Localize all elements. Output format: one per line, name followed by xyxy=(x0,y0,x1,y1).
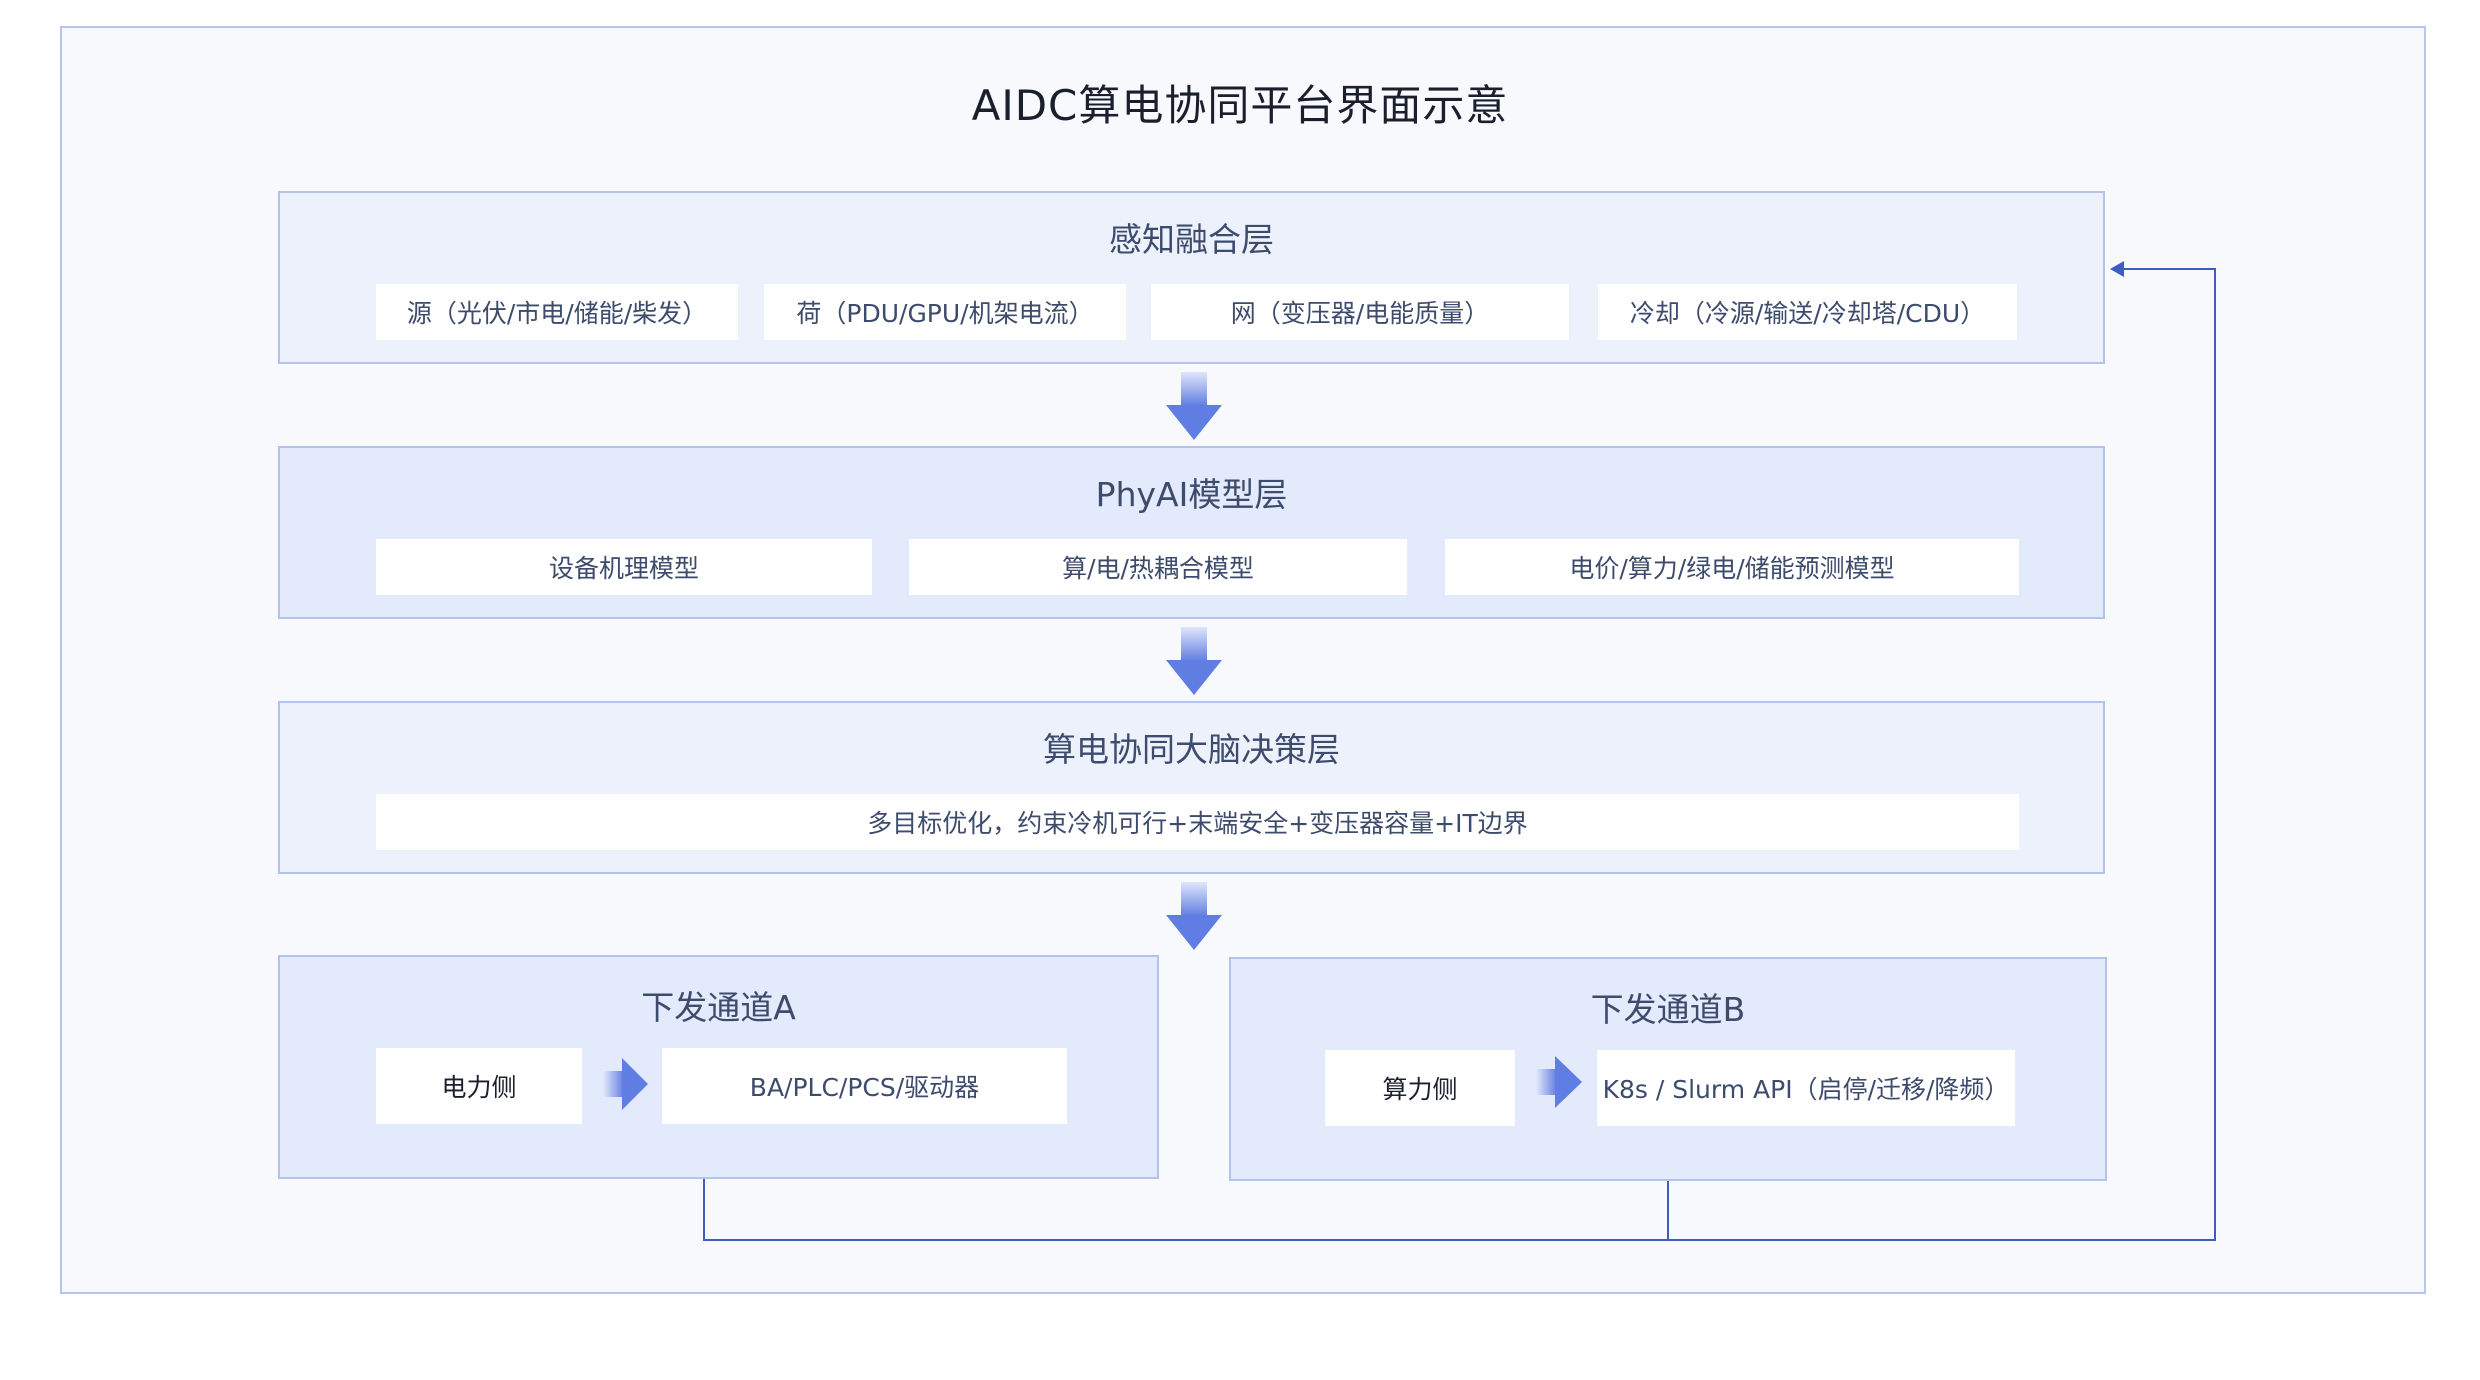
phyai-model-layer: PhyAI模型层 设备机理模型 算/电/热耦合模型 电价/算力/绿电/储能预测模… xyxy=(278,446,2105,619)
diagram-stage: AIDC算电协同平台界面示意 感知融合层 源（光伏/市电/储能/柴发） 荷（PD… xyxy=(0,0,2480,1380)
compute-side-chip: 算力侧 xyxy=(1325,1050,1515,1126)
channel-title: 下发通道A xyxy=(641,988,796,1027)
channel-b: 下发通道B 算力侧 K8s / Slurm API（启停/迁移/降频） xyxy=(1229,957,2107,1181)
page-title: AIDC算电协同平台界面示意 xyxy=(971,81,1509,130)
coupling-model-chip: 算/电/热耦合模型 xyxy=(909,539,1407,595)
layer-title: 感知融合层 xyxy=(1109,220,1274,259)
grid-chip: 网（变压器/电能质量） xyxy=(1151,284,1569,340)
channel-title: 下发通道B xyxy=(1590,990,1746,1029)
layer-title: PhyAI模型层 xyxy=(1095,475,1288,514)
compute-target-chip: K8s / Slurm API（启停/迁移/降频） xyxy=(1597,1050,2015,1126)
channel-a: 下发通道A 电力侧 BA/PLC/PCS/驱动器 xyxy=(278,955,1159,1179)
perception-layer: 感知融合层 源（光伏/市电/储能/柴发） 荷（PDU/GPU/机架电流） 网（变… xyxy=(278,191,2105,364)
forecast-model-chip: 电价/算力/绿电/储能预测模型 xyxy=(1445,539,2019,595)
power-target-chip: BA/PLC/PCS/驱动器 xyxy=(662,1048,1067,1124)
device-model-chip: 设备机理模型 xyxy=(376,539,872,595)
power-side-chip: 电力侧 xyxy=(376,1048,582,1124)
decision-layer: 算电协同大脑决策层 多目标优化，约束冷机可行+末端安全+变压器容量+IT边界 xyxy=(278,701,2105,874)
cooling-chip: 冷却（冷源/输送/冷却塔/CDU） xyxy=(1598,284,2017,340)
load-chip: 荷（PDU/GPU/机架电流） xyxy=(764,284,1126,340)
layer-title: 算电协同大脑决策层 xyxy=(1043,730,1340,769)
source-chip: 源（光伏/市电/储能/柴发） xyxy=(376,284,738,340)
optimization-chip: 多目标优化，约束冷机可行+末端安全+变压器容量+IT边界 xyxy=(376,794,2019,850)
